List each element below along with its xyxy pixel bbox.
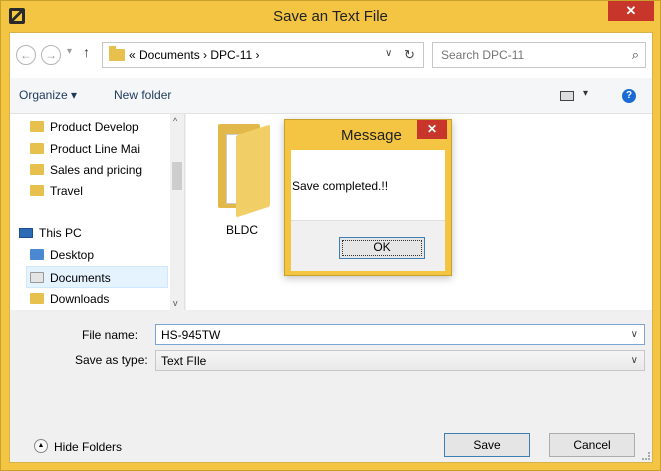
nav-scrollbar[interactable]: ^ v <box>170 114 184 310</box>
file-name-label: File name: <box>82 328 139 342</box>
forward-button[interactable]: → <box>41 45 61 65</box>
resize-grip[interactable] <box>642 452 650 460</box>
breadcrumb[interactable]: « Documents › DPC-11 › <box>129 48 259 62</box>
folder-icon <box>109 46 125 61</box>
help-icon[interactable]: ? <box>622 89 636 103</box>
nav-item-product-develop[interactable]: Product Develop <box>30 116 168 138</box>
address-dropdown-icon[interactable]: ∨ <box>385 48 392 59</box>
save-button[interactable]: Save <box>444 433 530 457</box>
collapse-icon: ▲ <box>34 439 48 453</box>
file-name-field[interactable]: HS-945TW ∨ <box>155 324 645 345</box>
scroll-down-icon[interactable]: v <box>173 298 178 308</box>
save-dialog-window: Save an Text File ✕ ← → ▾ ↑ « Documents … <box>0 0 661 471</box>
close-icon[interactable]: ✕ <box>417 120 447 139</box>
view-icon[interactable] <box>560 91 574 101</box>
folder-icon[interactable] <box>218 120 272 218</box>
message-box: Message ✕ Save completed.!! OK <box>284 119 452 276</box>
navigation-pane: Product Develop Product Line Mai Sales a… <box>10 114 185 310</box>
desktop-icon <box>30 249 44 261</box>
file-name-value[interactable]: HS-945TW <box>161 328 220 342</box>
title-bar[interactable]: Save an Text File ✕ <box>1 1 660 32</box>
search-input[interactable] <box>439 47 609 63</box>
refresh-icon[interactable]: ↻ <box>404 47 415 63</box>
nav-item-sales-pricing[interactable]: Sales and pricing <box>30 159 168 181</box>
search-box[interactable]: ⌕ <box>432 42 646 68</box>
view-dropdown-icon[interactable]: ▾ <box>583 88 588 99</box>
save-type-label: Save as type: <box>75 353 148 367</box>
address-bar[interactable]: « Documents › DPC-11 › ∨ ↻ <box>102 42 424 68</box>
nav-item-product-line[interactable]: Product Line Mai <box>30 138 168 160</box>
documents-icon <box>30 272 44 284</box>
message-body: Save completed.!! OK <box>291 150 445 271</box>
scroll-up-icon[interactable]: ^ <box>173 116 177 126</box>
up-button[interactable]: ↑ <box>83 44 90 60</box>
nav-item-documents[interactable]: Documents <box>26 266 168 288</box>
folder-icon <box>30 185 44 197</box>
nav-item-desktop[interactable]: Desktop <box>30 244 168 266</box>
ok-button[interactable]: OK <box>339 237 425 259</box>
cancel-button[interactable]: Cancel <box>549 433 635 457</box>
downloads-icon <box>30 293 44 305</box>
save-options: File name: HS-945TW ∨ Save as type: Text… <box>10 310 652 462</box>
save-type-select[interactable]: Text FIle ∨ <box>155 350 645 371</box>
message-text: Save completed.!! <box>292 179 389 193</box>
recent-locations-chevron-icon[interactable]: ▾ <box>67 46 72 57</box>
new-folder-button[interactable]: New folder <box>114 88 171 102</box>
address-row: ← → ▾ ↑ « Documents › DPC-11 › ∨ ↻ ⌕ <box>10 33 652 78</box>
folder-icon <box>30 143 44 155</box>
chevron-down-icon[interactable]: ∨ <box>631 329 638 340</box>
organize-button[interactable]: Organize ▾ <box>19 88 77 102</box>
close-icon[interactable]: ✕ <box>608 1 654 21</box>
nav-item-downloads[interactable]: Downloads <box>30 288 168 310</box>
folder-label[interactable]: BLDC <box>226 223 258 237</box>
window-title: Save an Text File <box>273 8 388 25</box>
back-button[interactable]: ← <box>16 45 36 65</box>
message-title: Message <box>341 127 402 144</box>
nav-item-travel[interactable]: Travel <box>30 180 168 202</box>
save-type-value[interactable]: Text FIle <box>161 354 206 368</box>
folder-icon <box>30 164 44 176</box>
computer-icon <box>19 227 33 238</box>
folder-icon <box>30 121 44 133</box>
search-icon[interactable]: ⌕ <box>632 47 639 63</box>
hide-folders-label: Hide Folders <box>54 440 123 454</box>
command-bar: Organize ▾ New folder ▾ ? <box>10 78 652 114</box>
scroll-thumb[interactable] <box>172 162 182 190</box>
message-button-area: OK <box>291 220 445 271</box>
nav-item-this-pc[interactable]: This PC <box>19 222 169 244</box>
chevron-down-icon[interactable]: ∨ <box>631 355 638 366</box>
